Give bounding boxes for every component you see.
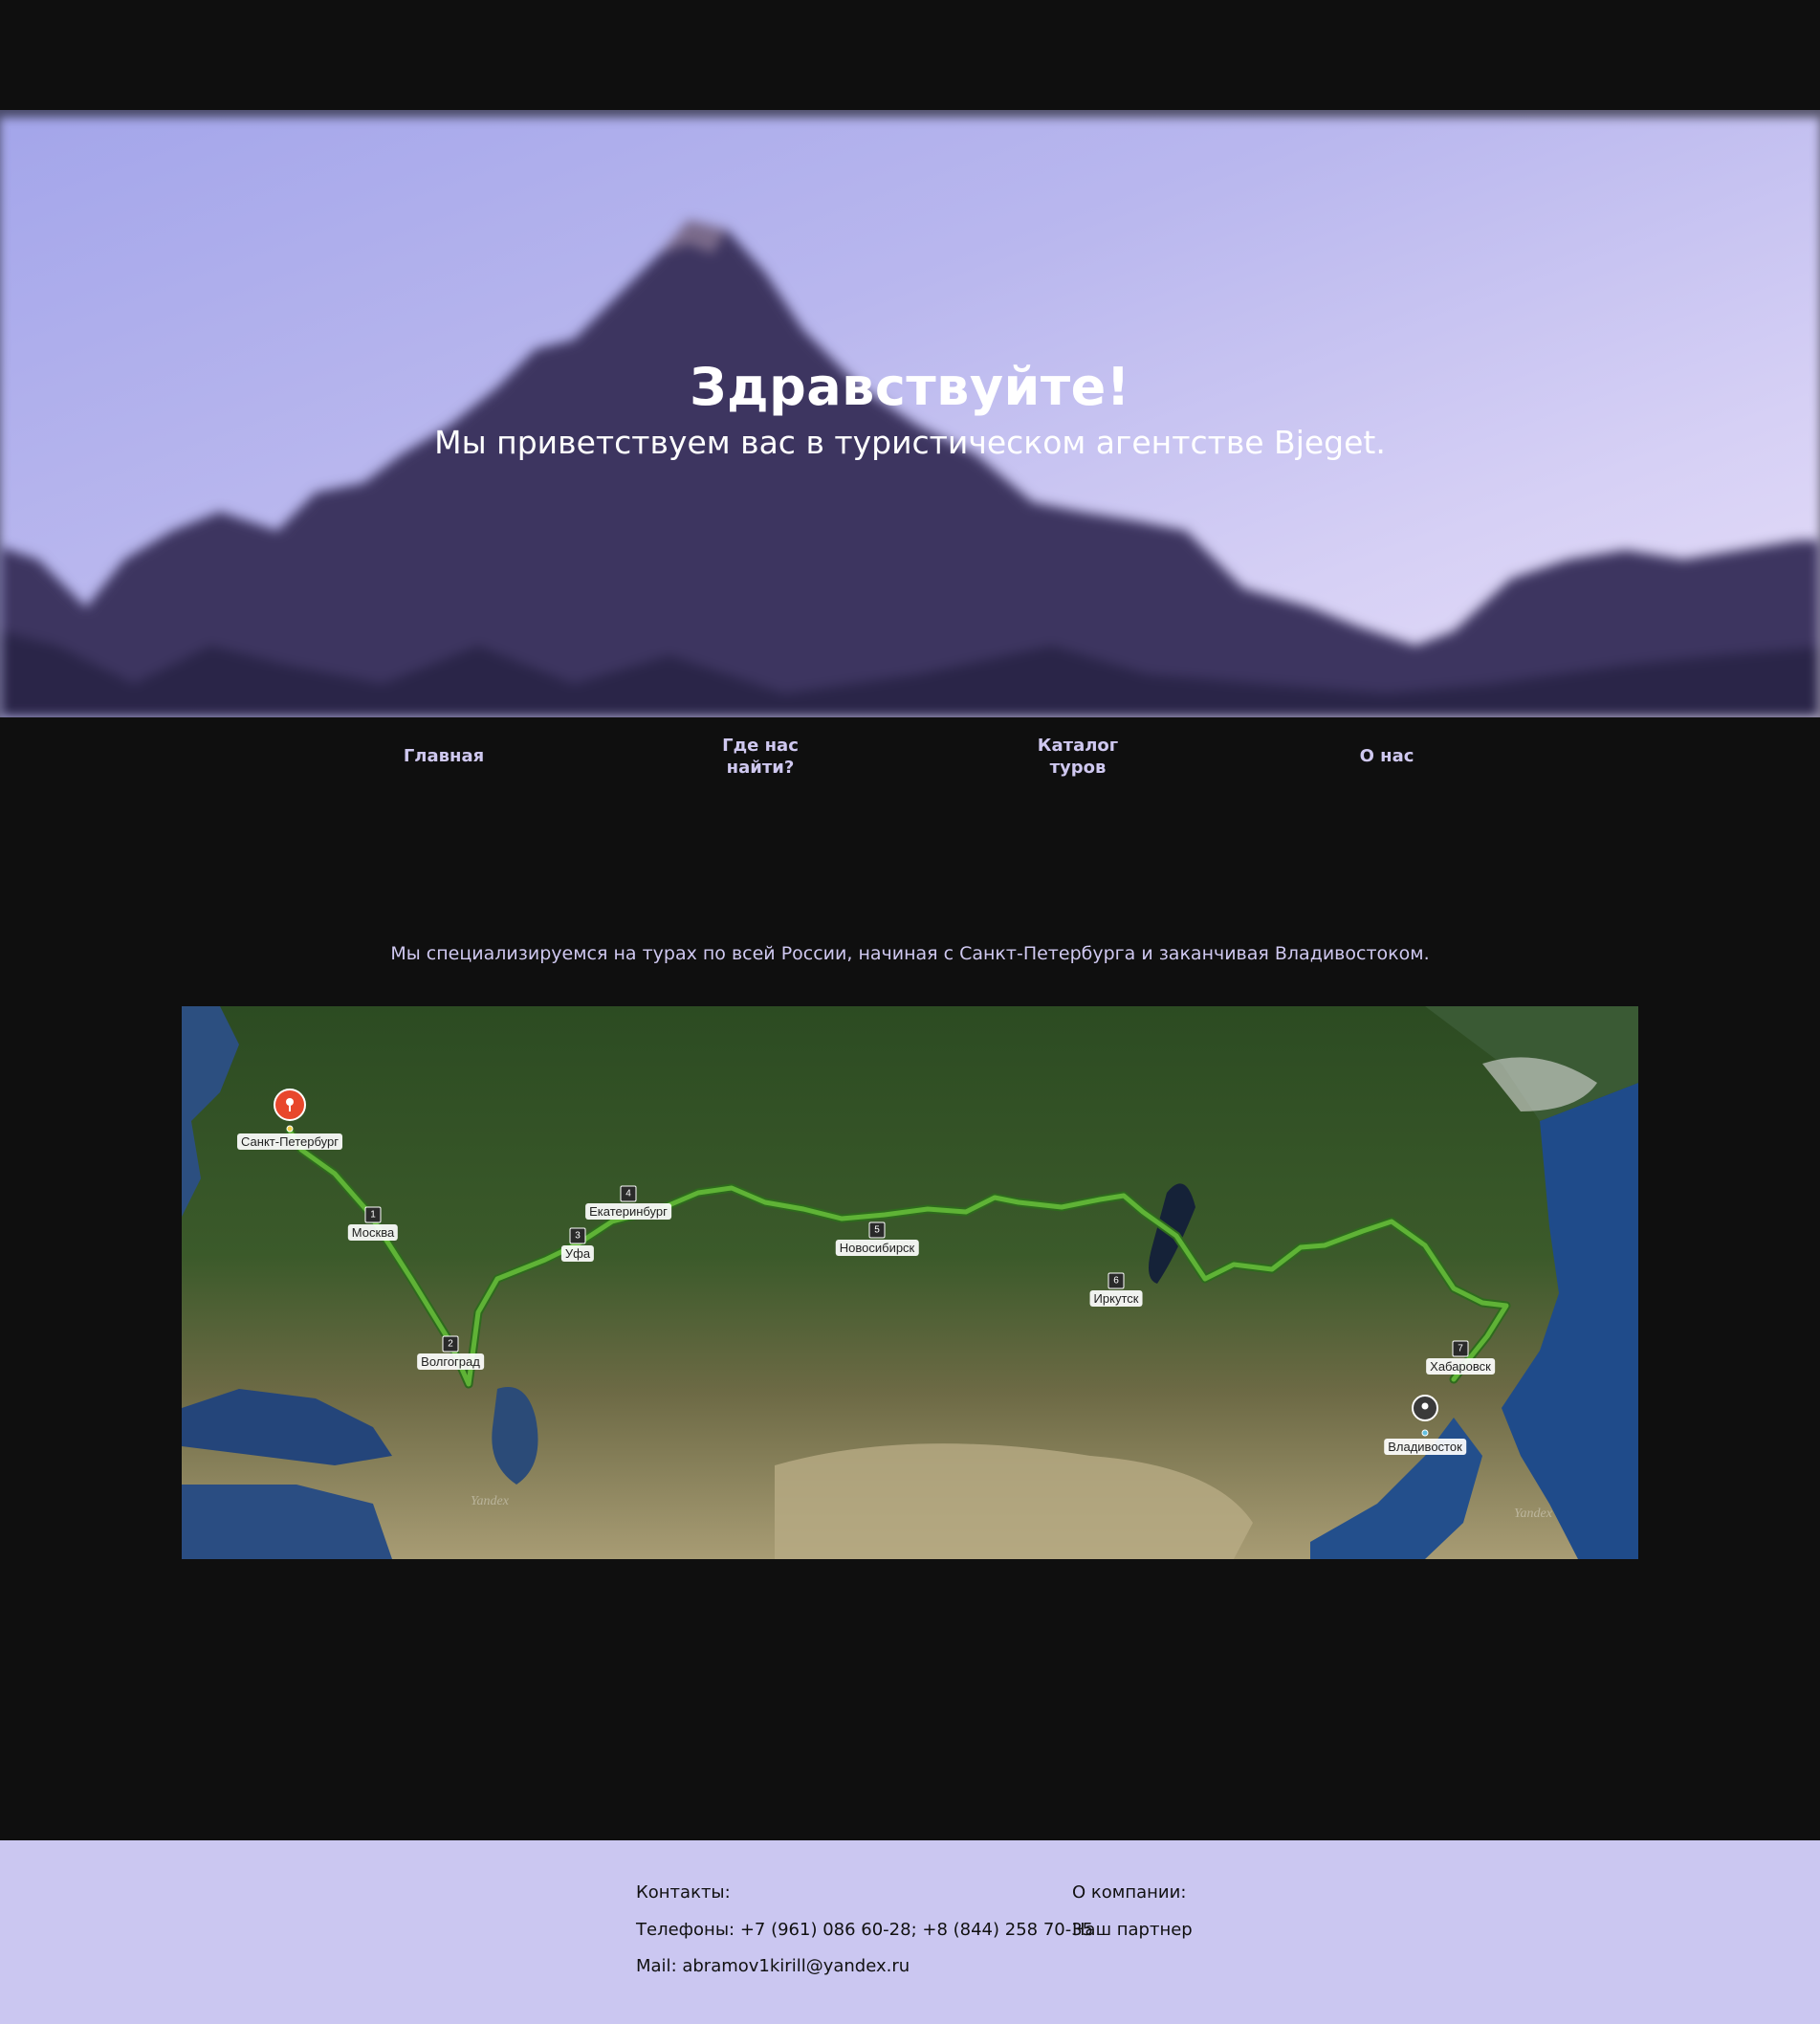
map-stop-number[interactable]: 2 bbox=[442, 1335, 459, 1353]
map-stop-number[interactable]: 5 bbox=[868, 1221, 886, 1239]
map-stop-number[interactable]: 7 bbox=[1452, 1340, 1469, 1357]
map-stop-number[interactable]: 6 bbox=[1107, 1272, 1125, 1289]
map-watermark: Yandex bbox=[471, 1494, 509, 1508]
map-stop-number[interactable]: 3 bbox=[569, 1227, 586, 1244]
footer-mail[interactable]: Mail: abramov1kirill@yandex.ru bbox=[636, 1956, 910, 1976]
map-stop-number[interactable]: 1 bbox=[364, 1206, 382, 1223]
hero-title: Здравствуйте! bbox=[690, 357, 1130, 417]
footer-contacts-heading: Контакты: bbox=[636, 1882, 731, 1903]
map-label-stop: Иркутск bbox=[1089, 1290, 1143, 1307]
nav-item-tour-catalog[interactable]: Каталог туров bbox=[1006, 735, 1150, 779]
nav-item-about[interactable]: О нас bbox=[1315, 745, 1458, 767]
nav-item-where-to-find[interactable]: Где нас найти? bbox=[689, 735, 832, 779]
intro-text: Мы специализируемся на турах по всей Рос… bbox=[390, 943, 1430, 964]
top-bar bbox=[0, 0, 1820, 110]
nav-item-home[interactable]: Главная bbox=[372, 745, 515, 767]
footer-phones: Телефоны: +7 (961) 086 60-28; +8 (844) 2… bbox=[636, 1920, 1094, 1940]
map-label-stop: Уфа bbox=[560, 1245, 595, 1262]
footer: Контакты: Телефоны: +7 (961) 086 60-28; … bbox=[0, 1840, 1820, 2024]
main-nav: Главная Где нас найти? Каталог туров О н… bbox=[0, 717, 1820, 803]
hero-banner: Здравствуйте! Мы приветствуем вас в тури… bbox=[0, 110, 1820, 717]
map-watermark: Yandex bbox=[1514, 1507, 1552, 1521]
footer-partner-link[interactable]: Наш партнер bbox=[1072, 1920, 1193, 1940]
map-label-stop: Волгоград bbox=[417, 1353, 484, 1370]
map-label-stop: Новосибирск bbox=[835, 1240, 919, 1256]
map-label-start: Санкт-Петербург bbox=[237, 1133, 342, 1150]
map-label-stop: Москва bbox=[347, 1224, 399, 1241]
map-label-end: Владивосток bbox=[1384, 1439, 1466, 1455]
map-label-stop: Хабаровск bbox=[1426, 1358, 1495, 1375]
hero-subtitle: Мы приветствуем вас в туристическом аген… bbox=[434, 424, 1386, 461]
map-label-stop: Екатеринбург bbox=[585, 1203, 671, 1220]
route-map[interactable]: Санкт-Петербург 1 Москва 2 Волгоград 3 У… bbox=[182, 1006, 1638, 1559]
satellite-map bbox=[182, 1006, 1638, 1559]
footer-company-heading: О компании: bbox=[1072, 1882, 1187, 1903]
map-stop-number[interactable]: 4 bbox=[620, 1185, 637, 1202]
